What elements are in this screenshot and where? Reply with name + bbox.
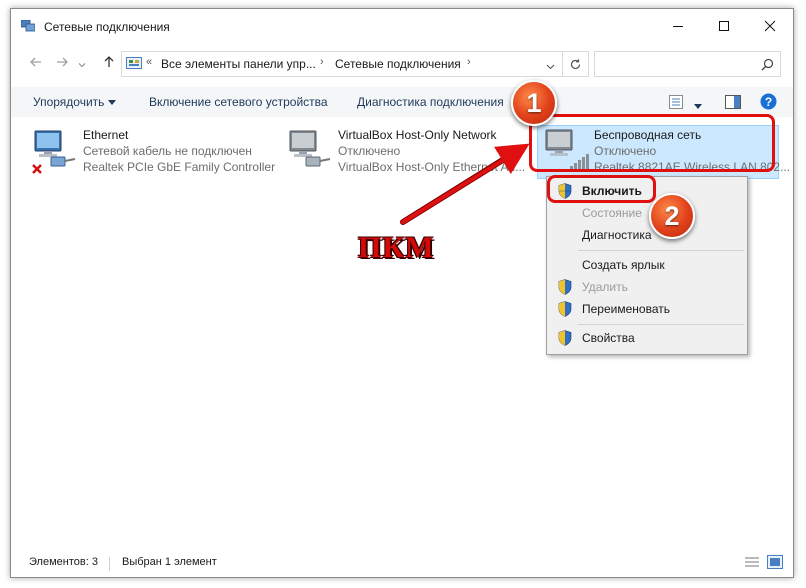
step-2-badge: 2 [649,193,695,239]
annotation-arrow [400,143,530,225]
right-click-label: ПКМ [358,231,435,264]
step-1-badge: 1 [511,80,557,126]
